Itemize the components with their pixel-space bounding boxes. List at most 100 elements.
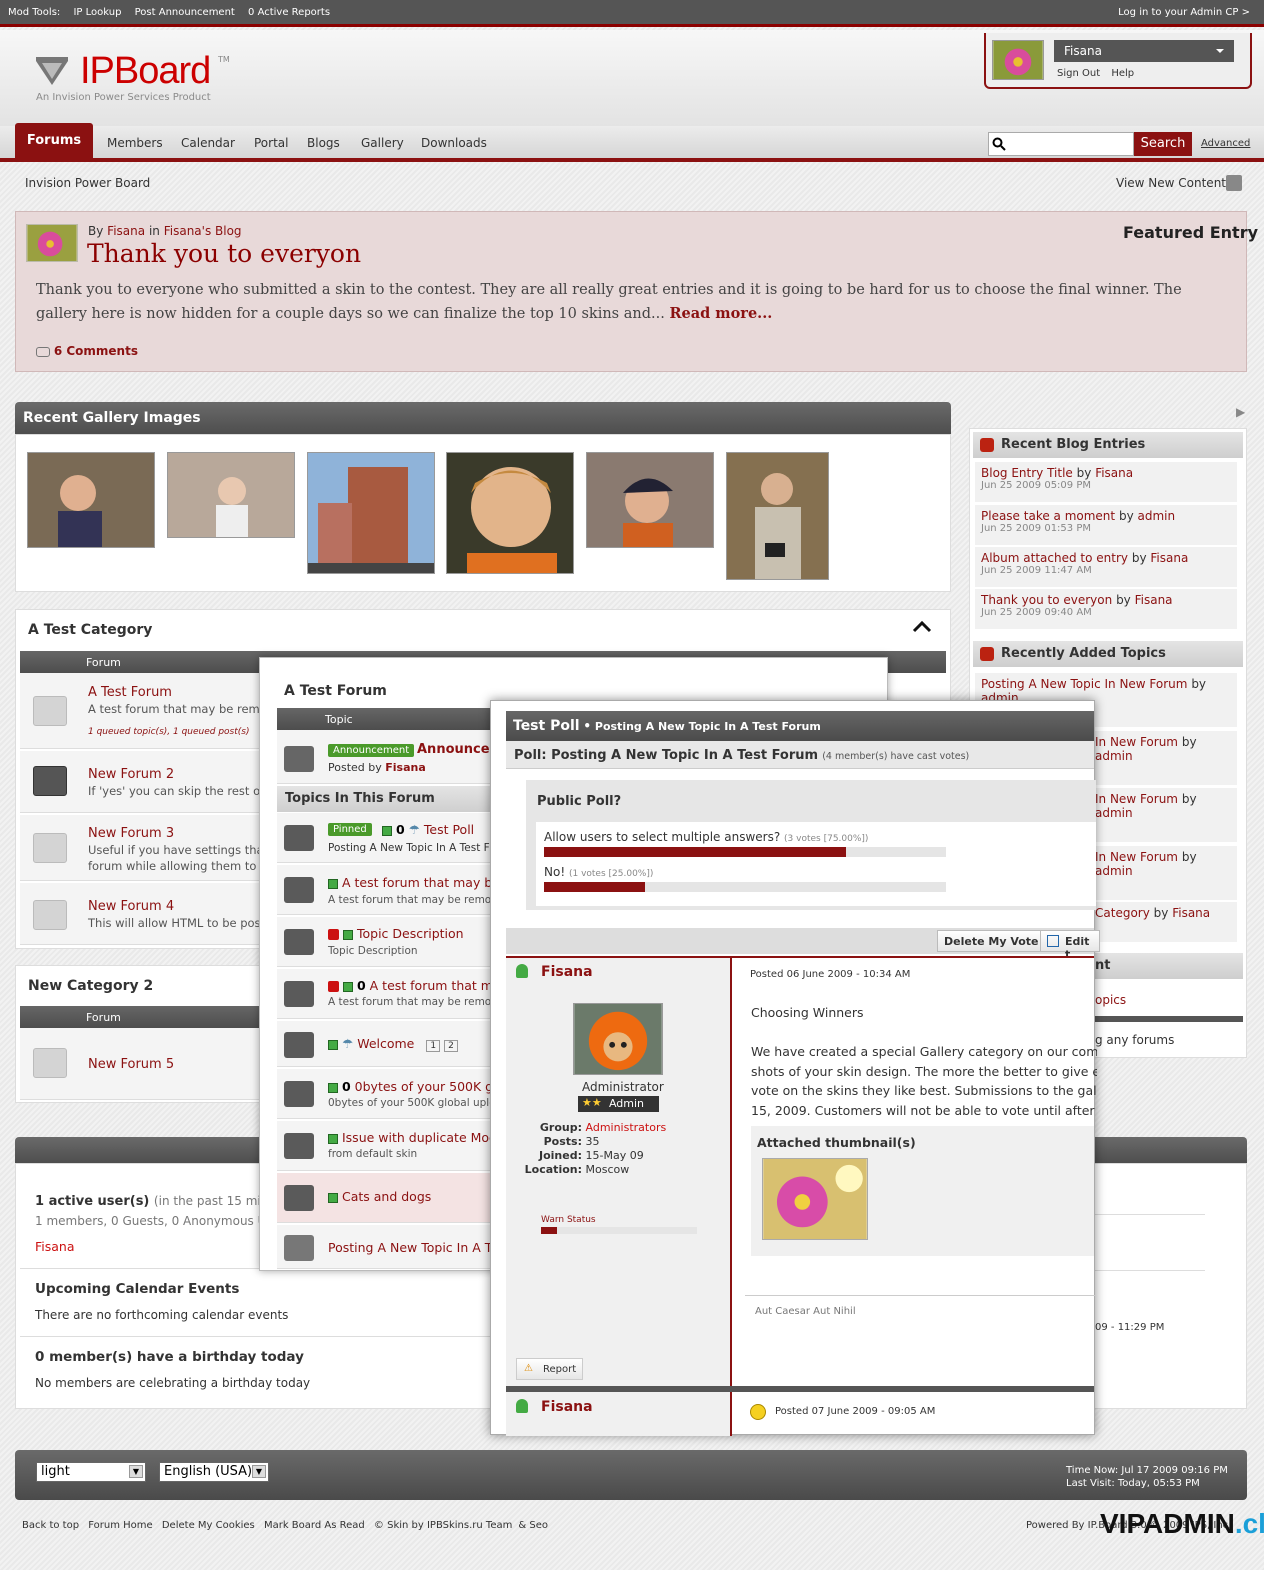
group-value[interactable]: Administrators	[586, 1121, 667, 1134]
post-announcement-link[interactable]: Post Announcement	[135, 7, 235, 18]
user-menu-dropdown[interactable]: Fisana	[1054, 40, 1234, 62]
skin-credit-link[interactable]: © Skin by IPBSkins.ru Team	[374, 1520, 512, 1531]
comments-link[interactable]: 6 Comments	[54, 344, 138, 358]
topic-link[interactable]: Issue with duplicate Mode	[342, 1130, 505, 1145]
recent-topic-link[interactable]: In New Forum	[1095, 792, 1178, 806]
topic-link[interactable]: Test Poll	[424, 822, 474, 837]
featured-blog-link[interactable]: Fisana's Blog	[164, 224, 242, 238]
report-button[interactable]: ⚠ Report	[516, 1358, 584, 1380]
recent-topic-link[interactable]: Posting A New Topic In New Forum	[981, 677, 1187, 691]
logo-text[interactable]: IPBoard	[80, 50, 211, 93]
page-link[interactable]: 2	[444, 1040, 458, 1052]
language-selector[interactable]: English (USA)	[159, 1462, 269, 1482]
blog-entry-link[interactable]: Please take a moment	[981, 509, 1115, 523]
featured-author-avatar[interactable]	[26, 224, 78, 262]
gallery-image[interactable]	[446, 452, 574, 574]
tab-forums[interactable]: Forums	[15, 123, 93, 160]
topic-author-link[interactable]: Fisana	[1172, 906, 1210, 920]
advanced-search-link[interactable]: Advanced	[1201, 138, 1250, 149]
blog-author-link[interactable]: Fisana	[1095, 466, 1133, 480]
blog-author-link[interactable]: Fisana	[1135, 593, 1173, 607]
mark-read-link[interactable]: Mark Board As Read	[264, 1520, 365, 1531]
gallery-image[interactable]	[586, 452, 714, 548]
active-reports-link[interactable]: 0 Active Reports	[248, 7, 330, 18]
blog-entry-link[interactable]: Album attached to entry	[981, 551, 1128, 565]
topic-icon	[284, 877, 314, 903]
search-button[interactable]: Search	[1134, 132, 1192, 156]
forum-link[interactable]: New Forum 5	[88, 1057, 174, 1072]
blog-author-link[interactable]: Fisana	[1150, 551, 1188, 565]
announcement-author[interactable]: Fisana	[385, 761, 426, 774]
user-avatar[interactable]	[992, 40, 1044, 80]
featured-author-link[interactable]: Fisana	[107, 224, 145, 238]
tab-downloads[interactable]: Downloads	[421, 136, 487, 150]
view-new-content-link[interactable]: View New Content	[1116, 176, 1226, 190]
forum-link[interactable]: A Test Forum	[88, 685, 172, 700]
recent-topic-link[interactable]: In New Forum	[1095, 735, 1178, 749]
read-more-link[interactable]: Read more...	[669, 305, 772, 322]
search-input[interactable]	[988, 132, 1134, 156]
stats-time: 09 - 11:29 PM	[1095, 1322, 1165, 1333]
blog-entry-link[interactable]: Blog Entry Title	[981, 466, 1073, 480]
topic-link[interactable]: Topic Description	[357, 926, 464, 941]
edit-button[interactable]: Edit t	[1040, 930, 1100, 961]
collapse-icon[interactable]	[912, 620, 932, 634]
sidebar-section-link[interactable]: opics	[1095, 993, 1126, 1007]
forum-read-icon	[33, 900, 67, 930]
tab-gallery[interactable]: Gallery	[361, 136, 404, 150]
category-title[interactable]: A Test Category	[28, 622, 152, 638]
forum-link[interactable]: New Forum 3	[88, 826, 174, 841]
post-author-link[interactable]: Fisana	[541, 964, 593, 980]
topic-link[interactable]: Posting A New Topic In A Te	[328, 1240, 498, 1255]
skin-selector[interactable]: light	[36, 1462, 146, 1482]
topic-author-link[interactable]: admin	[1095, 806, 1133, 820]
gallery-image[interactable]	[307, 452, 435, 574]
recent-topic-link[interactable]: In New Forum	[1095, 850, 1178, 864]
topic-link[interactable]: 0bytes of your 500K glol	[355, 1079, 508, 1094]
tab-portal[interactable]: Portal	[254, 136, 288, 150]
forum-home-link[interactable]: Forum Home	[88, 1520, 152, 1531]
ip-lookup-link[interactable]: IP Lookup	[73, 7, 121, 18]
forum-read-icon	[33, 833, 67, 863]
attached-thumbnail[interactable]	[762, 1158, 868, 1240]
category-title[interactable]: New Category 2	[28, 978, 153, 994]
help-link[interactable]: Help	[1111, 68, 1134, 79]
sidebar-toggle-icon[interactable]: ▶	[1236, 405, 1245, 419]
rss-icon[interactable]	[1226, 175, 1242, 191]
forum-link[interactable]: New Forum 4	[88, 899, 174, 914]
gallery-image[interactable]	[167, 452, 295, 538]
back-to-top-link[interactable]: Back to top	[22, 1520, 79, 1531]
seo-link[interactable]: Seo	[529, 1520, 548, 1531]
delete-vote-button[interactable]: Delete My Vote	[937, 930, 1046, 952]
gallery-image[interactable]	[27, 452, 155, 548]
forum-link[interactable]: New Forum 2	[88, 767, 174, 782]
tab-calendar[interactable]: Calendar	[181, 136, 235, 150]
topic-author-link[interactable]: admin	[1095, 749, 1133, 763]
topic-link[interactable]: Cats and dogs	[342, 1189, 431, 1204]
topic-hot-icon	[284, 825, 314, 851]
post2-author-link[interactable]: Fisana	[541, 1399, 593, 1415]
page-link[interactable]: 1	[426, 1040, 441, 1052]
breadcrumb[interactable]: Invision Power Board	[25, 176, 150, 190]
topic-link[interactable]: Welcome	[357, 1036, 414, 1051]
admin-cp-link[interactable]: Log in to your Admin CP >	[1118, 7, 1250, 18]
gallery-image[interactable]	[726, 452, 829, 580]
tab-members[interactable]: Members	[107, 136, 163, 150]
tab-blogs[interactable]: Blogs	[307, 136, 340, 150]
featured-title[interactable]: Thank you to everyon	[87, 239, 361, 268]
warn-status-label[interactable]: Warn Status	[541, 1215, 596, 1225]
blog-author-link[interactable]: admin	[1138, 509, 1176, 523]
topic-link[interactable]: A test forum that may	[370, 978, 508, 993]
ipboard-logo-icon	[36, 57, 68, 85]
featured-comments[interactable]: 6 Comments	[36, 344, 138, 358]
sign-out-link[interactable]: Sign Out	[1057, 68, 1100, 79]
topic-desc: A test forum that may be removed	[328, 996, 511, 1008]
recent-topic-link[interactable]: Category	[1095, 906, 1150, 920]
topic-link[interactable]: A test forum that may be r	[342, 875, 509, 890]
active-user-link[interactable]: Fisana	[35, 1239, 75, 1254]
blog-entry-link[interactable]: Thank you to everyon	[981, 593, 1112, 607]
topic-author-link[interactable]: admin	[1095, 864, 1133, 878]
post-author-avatar[interactable]	[573, 1003, 663, 1075]
queued-info[interactable]: 1 queued topic(s), 1 queued post(s)	[88, 727, 250, 737]
delete-cookies-link[interactable]: Delete My Cookies	[162, 1520, 255, 1531]
